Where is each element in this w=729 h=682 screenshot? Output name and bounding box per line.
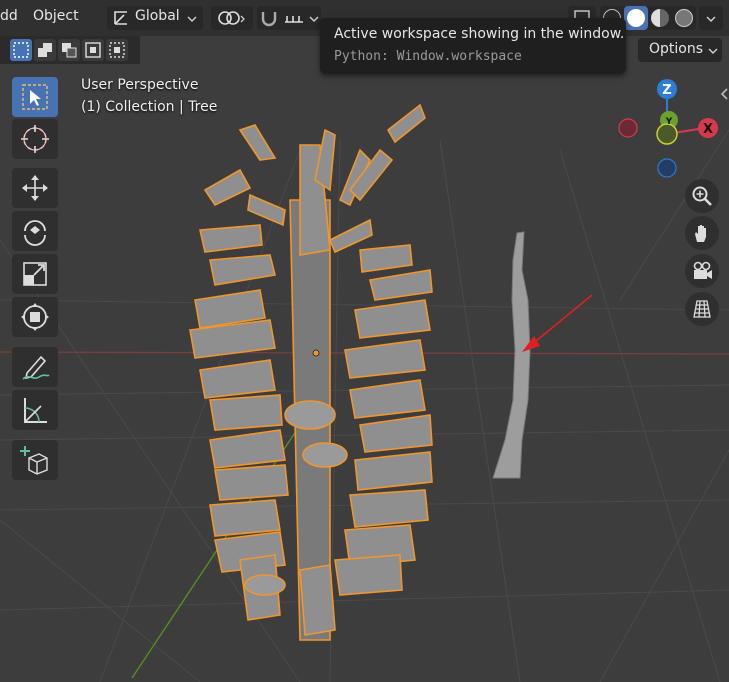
camera-view-button[interactable] — [685, 254, 719, 288]
solid-shading-icon[interactable] — [624, 6, 648, 30]
select-box-tool[interactable] — [12, 77, 58, 117]
transform-tool[interactable] — [12, 297, 58, 337]
cursor-tool[interactable] — [12, 119, 58, 159]
chevron-down-icon — [708, 48, 718, 55]
options-label: Options — [649, 41, 704, 57]
tooltip-python: Python: Window.workspace — [334, 49, 522, 64]
shading-options-dropdown[interactable] — [699, 6, 723, 30]
camera-icon — [693, 261, 712, 279]
transform-orientation-dropdown[interactable]: Global — [107, 6, 203, 30]
z-label: Z — [662, 83, 671, 98]
magnet-icon — [261, 12, 277, 27]
measure-tool[interactable] — [12, 390, 58, 430]
select-invert-icon — [85, 42, 101, 58]
menu-edit[interactable]: dd — [0, 8, 18, 24]
select-subtract-button[interactable] — [58, 39, 80, 61]
orientation-label: Global — [135, 8, 180, 24]
collection-info: (1) Collection | Tree — [81, 99, 218, 115]
orientation-icon — [114, 11, 127, 25]
view-name: User Perspective — [81, 77, 199, 93]
select-invert-button[interactable] — [82, 39, 104, 61]
transform-icon — [21, 303, 49, 331]
options-dropdown[interactable]: Options — [638, 38, 722, 62]
tooltip-title: Active workspace showing in the window. — [334, 26, 625, 42]
ortho-toggle-button[interactable] — [685, 292, 719, 326]
pan-button[interactable] — [685, 216, 719, 250]
annotate-tool[interactable] — [12, 347, 58, 387]
menu-object[interactable]: Object — [33, 8, 79, 24]
snap-increment-icon — [285, 16, 303, 23]
move-tool[interactable] — [12, 168, 58, 208]
rotate-tool[interactable] — [12, 211, 58, 251]
add-cube-icon — [20, 446, 48, 475]
chevron-down-icon — [187, 16, 197, 23]
rotate-icon — [24, 220, 46, 246]
neg-z-axis-icon[interactable] — [657, 158, 677, 178]
select-intersect-button[interactable] — [106, 39, 128, 61]
neg-x-axis-icon[interactable] — [618, 118, 638, 138]
select-subtract-icon — [62, 43, 77, 58]
select-extend-button[interactable] — [34, 39, 56, 61]
origin-point — [312, 349, 320, 357]
select-extend-icon — [38, 43, 52, 57]
neg-y-axis-icon[interactable] — [656, 123, 678, 145]
zoom-icon — [692, 186, 712, 206]
select-new-button[interactable] — [10, 39, 32, 61]
cursor-icon — [21, 125, 49, 153]
snap-dropdown[interactable] — [257, 6, 321, 30]
pivot-point-dropdown[interactable] — [211, 6, 253, 30]
rendered-shading-icon[interactable] — [675, 9, 693, 27]
sidebar-toggle-icon[interactable] — [718, 84, 729, 104]
select-intersect-icon — [109, 42, 125, 58]
navigation-gizmo[interactable]: Z X Y — [605, 76, 729, 186]
measure-icon — [24, 398, 47, 423]
move-icon — [22, 175, 48, 201]
annotate-icon — [22, 355, 50, 380]
grid-icon — [693, 300, 711, 318]
scale-icon — [23, 262, 47, 286]
scale-tool[interactable] — [12, 254, 58, 294]
zoom-button[interactable] — [685, 179, 719, 213]
chevron-down-icon — [706, 16, 716, 23]
pivot-icon — [218, 11, 245, 25]
x-label: X — [703, 122, 713, 137]
add-cube-tool[interactable] — [12, 440, 58, 480]
workspace-tooltip: Active workspace showing in the window. … — [320, 18, 626, 74]
y-label: Y — [665, 117, 673, 127]
chevron-down-icon — [309, 16, 319, 23]
material-shading-icon[interactable] — [651, 9, 669, 27]
hand-icon — [695, 225, 706, 242]
select-box-icon — [22, 84, 48, 110]
selection-mode-bar — [0, 36, 140, 64]
select-new-icon — [13, 42, 29, 58]
